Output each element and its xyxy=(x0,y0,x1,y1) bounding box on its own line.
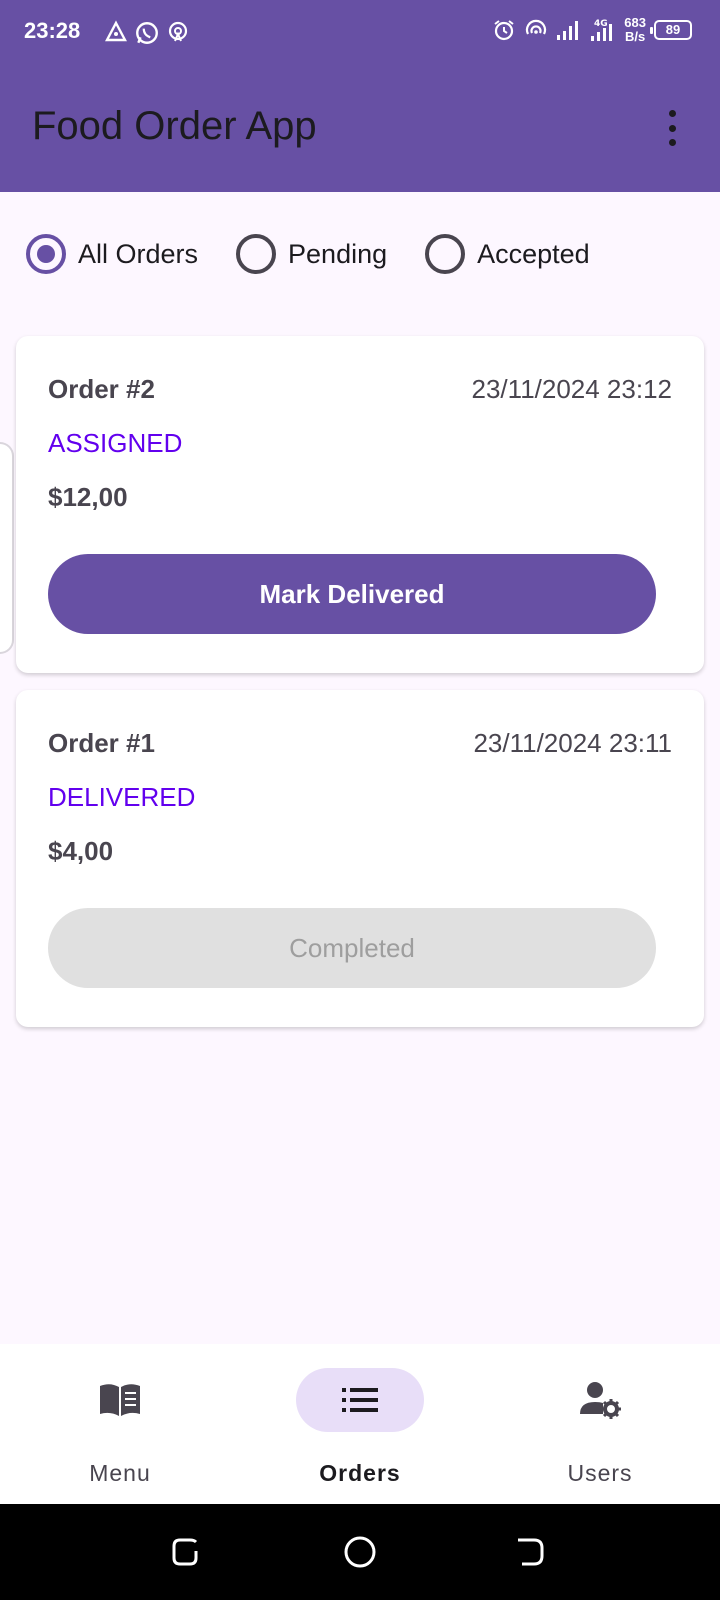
order-status: DELIVERED xyxy=(48,782,196,812)
nav-item-users[interactable]: Users xyxy=(480,1344,720,1504)
net-speed: 683 B/s xyxy=(624,16,646,44)
menu-book-icon xyxy=(100,1384,140,1416)
radio-accepted[interactable] xyxy=(425,234,466,274)
battery-icon: 89 xyxy=(650,20,692,40)
order-datetime: 23/11/2024 23:11 xyxy=(473,728,672,758)
order-datetime: 23/11/2024 23:12 xyxy=(471,374,672,404)
nav-item-menu[interactable]: Menu xyxy=(0,1344,240,1504)
mark-delivered-button[interactable]: Mark Delivered xyxy=(48,554,656,634)
system-navigation-bar xyxy=(0,1504,720,1600)
filter-all-orders[interactable]: All Orders xyxy=(26,234,198,274)
system-icons: 4G 683 B/s 89 xyxy=(492,16,692,44)
order-price: $12,00 xyxy=(48,482,128,512)
order-id: Order #1 xyxy=(48,728,155,758)
wifi-hotspot-icon xyxy=(526,19,547,35)
whatsapp-icon xyxy=(136,22,158,44)
navigation-icon xyxy=(105,20,127,42)
nav-label: Orders xyxy=(319,1460,401,1486)
status-bar: 23:28 4G 683 B/s 89 xyxy=(0,0,720,64)
filter-accepted[interactable]: Accepted xyxy=(425,234,590,274)
list-icon xyxy=(342,1388,378,1412)
filter-label: All Orders xyxy=(78,238,199,269)
recents-icon[interactable] xyxy=(166,1534,206,1570)
alarm-icon xyxy=(494,20,514,41)
signal-icon xyxy=(557,21,579,40)
signal-4g-icon: 4G xyxy=(591,19,613,41)
nav-label: Users xyxy=(567,1460,633,1486)
app-header: 23:28 4G 683 B/s 89 Food Order App xyxy=(0,0,720,192)
order-card: Order #1 23/11/2024 23:11 DELIVERED $4,0… xyxy=(16,690,704,1027)
net-speed-value: 683 xyxy=(624,15,646,30)
net-speed-unit: B/s xyxy=(625,29,646,44)
bottom-navigation: Menu Orders Users xyxy=(0,1344,720,1504)
notification-icons xyxy=(104,20,190,46)
manage-accounts-icon xyxy=(580,1382,621,1419)
hotspot-icon xyxy=(168,21,188,42)
completed-button: Completed xyxy=(48,908,656,988)
status-time: 23:28 xyxy=(24,18,81,43)
svg-text:4G: 4G xyxy=(594,19,608,29)
filter-label: Pending xyxy=(288,238,388,269)
back-icon[interactable] xyxy=(510,1534,550,1570)
radio-all-orders[interactable] xyxy=(26,234,66,274)
radio-pending[interactable] xyxy=(236,234,277,274)
order-status: ASSIGNED xyxy=(48,428,183,458)
filter-pending[interactable]: Pending xyxy=(236,234,387,274)
order-filter-group: All Orders Pending Accepted xyxy=(26,234,628,274)
order-id: Order #2 xyxy=(48,374,155,404)
filter-label: Accepted xyxy=(477,238,590,269)
app-title: Food Order App xyxy=(32,104,317,148)
order-card: Order #2 23/11/2024 23:12 ASSIGNED $12,0… xyxy=(16,336,704,673)
nav-label: Menu xyxy=(89,1460,151,1486)
order-price: $4,00 xyxy=(48,836,114,866)
edge-panel-handle[interactable] xyxy=(0,442,14,654)
more-vert-icon[interactable] xyxy=(660,110,684,146)
nav-item-orders[interactable]: Orders xyxy=(240,1344,480,1504)
home-icon[interactable] xyxy=(340,1534,380,1570)
